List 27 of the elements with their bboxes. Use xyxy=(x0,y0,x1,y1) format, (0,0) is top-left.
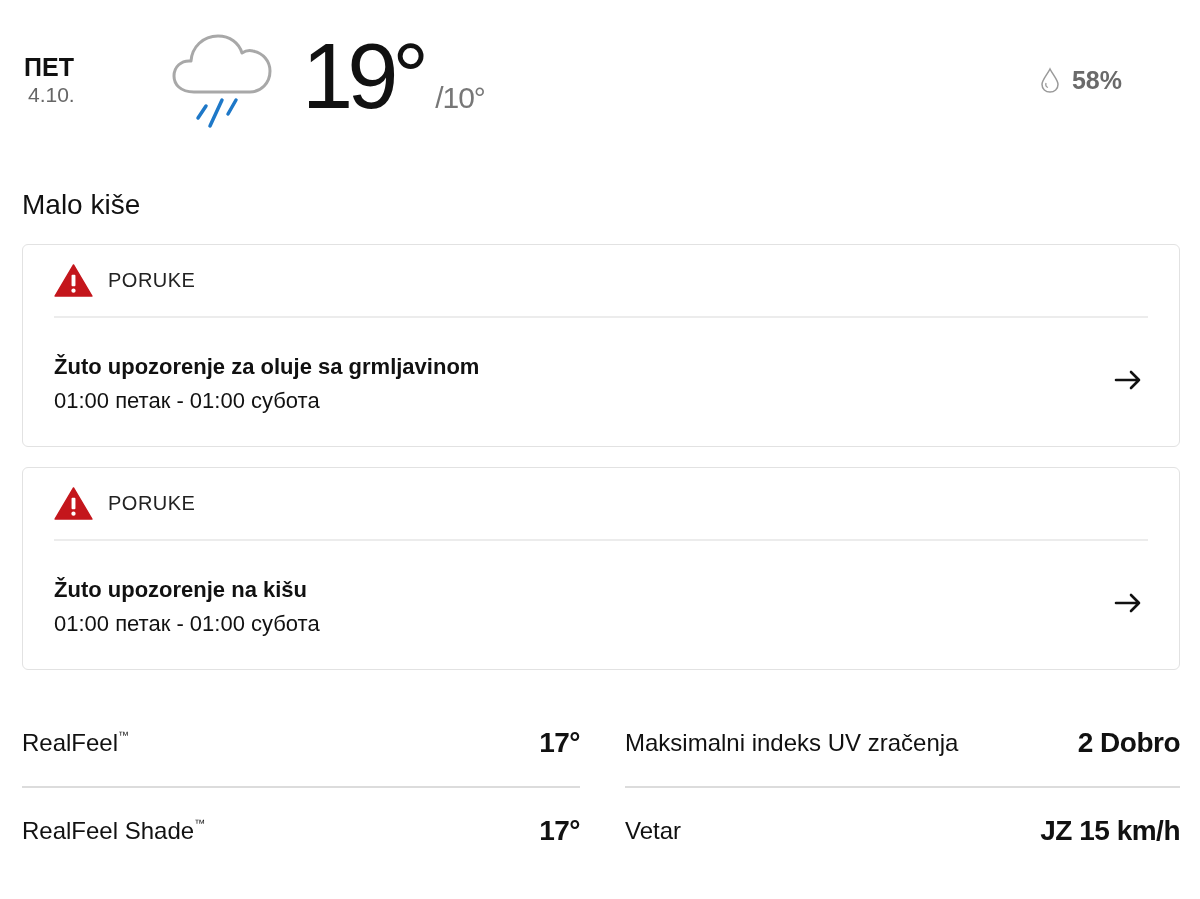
detail-label: RealFeel$^{™}$ xyxy=(22,729,130,757)
alert-card[interactable]: PORUKE Žuto upozorenje za oluje sa grmljavinom 01:00 петак - 01:00 субота xyxy=(22,244,1180,447)
alert-period: 01:00 петак - 01:00 субота xyxy=(54,387,321,415)
condition-text: Malo kiše xyxy=(22,188,141,222)
alert-period: 01:00 петак - 01:00 субота xyxy=(54,610,320,638)
detail-value: 17° xyxy=(539,727,580,759)
alert-card[interactable]: PORUKE Žuto upozorenje na kišu 01:00 петак - 01:00 субота xyxy=(22,467,1180,670)
low-temperature: /10° xyxy=(435,81,485,115)
alert-category: PORUKE xyxy=(108,269,196,292)
water-drop-icon xyxy=(1039,67,1060,93)
detail-value: JZ 15 km/h xyxy=(1040,815,1180,847)
alert-category: PORUKE xyxy=(108,492,196,515)
alert-title: Žuto upozorenje za oluje sa grmljavinom xyxy=(54,353,480,381)
detail-label: RealFeel Shade$^{™}$ xyxy=(22,817,206,845)
detail-value: 2 Dobro xyxy=(1077,727,1180,759)
humidity-value: 58% xyxy=(1071,65,1122,95)
weekday-label: ПЕТ xyxy=(24,52,74,82)
arrow-right-icon xyxy=(1114,593,1142,613)
warning-icon xyxy=(54,264,93,297)
warning-icon xyxy=(54,487,93,520)
detail-label: Vetar xyxy=(625,817,682,845)
detail-label: Maksimalni indeks UV zračenja xyxy=(625,729,959,757)
date-label: 4.10. xyxy=(28,82,75,108)
detail-value: 17° xyxy=(539,815,580,847)
temperature-value: 19° xyxy=(302,30,424,122)
alert-title: Žuto upozorenje na kišu xyxy=(54,576,308,604)
arrow-right-icon xyxy=(1114,370,1142,390)
